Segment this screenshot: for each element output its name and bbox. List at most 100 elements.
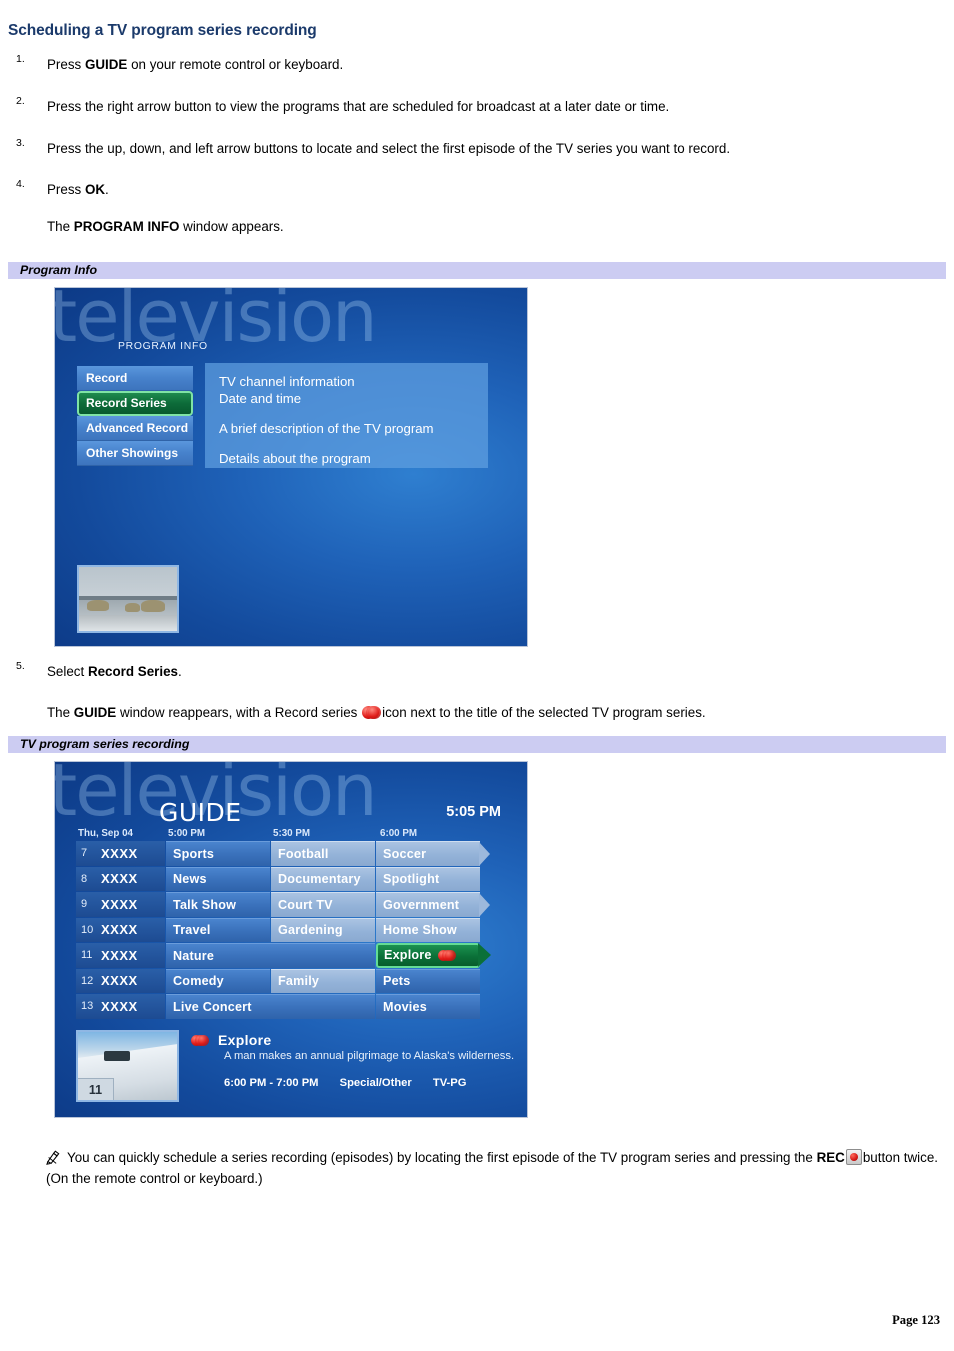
channel-callsign: XXXX [101,845,138,861]
continues-right-arrow-icon [479,893,490,917]
guide-heading: GUIDE [159,798,242,827]
program-cell[interactable]: Nature [166,943,375,968]
program-cell-label: Government [383,897,460,912]
program-cell-selected[interactable]: Explore [376,943,491,968]
thumbnail-channel-badge: 11 [78,1078,114,1100]
channel-cell[interactable]: 11 XXXX [76,943,165,968]
channel-callsign: XXXX [101,922,138,938]
record-series-icon [191,1034,209,1046]
list-item: 5. Select Record Series. [0,660,954,681]
program-cell[interactable]: Government [376,892,490,917]
detail-line-channel: TV channel information [219,374,355,389]
guide-date-label: Thu, Sep 04 [78,828,133,839]
record-series-icon [362,706,382,719]
step-text: Press OK. [47,180,940,199]
step-text: Select Record Series. [47,662,940,681]
guide-info-body: Explore A man makes an annual pilgrimage… [191,1032,514,1089]
program-cell[interactable]: Live Concert [166,994,375,1019]
program-info-detail-panel: TV channel information Date and time A b… [205,363,488,468]
table-row: 7 XXXX Sports Football Soccer [76,841,506,866]
channel-number: 13 [81,1000,94,1013]
guide-info-time-range: 6:00 PM - 7:00 PM [224,1077,319,1089]
program-cell[interactable]: Talk Show [166,892,270,917]
result-keyword: PROGRAM INFO [73,219,180,235]
channel-number: 8 [81,872,88,885]
list-item: 2. Press the right arrow button to view … [0,95,954,116]
program-thumbnail [77,565,179,633]
channel-cell[interactable]: 12 XXXX [76,968,165,993]
program-cell[interactable]: Soccer [376,841,490,866]
program-cell[interactable]: Gardening [271,917,375,942]
program-cell[interactable]: Documentary [271,866,375,891]
step5-result-text: The GUIDE window reappears, with a Recor… [0,703,954,722]
program-cell[interactable]: Football [271,841,375,866]
channel-cell[interactable]: 10 XXXX [76,917,165,942]
program-cell-label: Explore [384,948,432,963]
menu-item-advanced-record[interactable]: Advanced Record [77,416,193,441]
program-cell[interactable]: Family [271,968,375,993]
step-number: 2. [16,95,25,108]
result-text-after: window appears. [179,219,284,235]
channel-callsign: XXXX [101,871,138,887]
channel-cell[interactable]: 9 XXXX [76,892,165,917]
vehicle-shape [104,1051,130,1062]
channel-number: 9 [81,898,88,911]
guide-time-column-2: 5:30 PM [273,828,311,839]
menu-item-other-showings[interactable]: Other Showings [77,441,193,466]
result-text-after: icon next to the title of the selected T… [382,705,706,720]
program-thumbnail: 11 [76,1030,179,1102]
detail-line-details: Details about the program [219,450,371,466]
thumbnail-ground [79,615,177,631]
table-row: 9 XXXX Talk Show Court TV Government [76,892,506,917]
step-text-after: on your remote control or keyboard. [127,57,344,72]
program-cell[interactable]: Spotlight [376,866,480,891]
menu-item-record[interactable]: Record [77,366,193,391]
program-info-screenshot: television PROGRAM INFO Record Record Se… [54,287,528,647]
program-cell[interactable]: Travel [166,917,270,942]
program-cell[interactable]: Home Show [376,917,480,942]
list-item: 1. Press GUIDE on your remote control or… [0,53,954,74]
list-item: 3. Press the up, down, and left arrow bu… [0,137,954,158]
step-number: 5. [16,660,25,672]
table-row: 11 XXXX Nature Explore [76,943,506,968]
step-text: Press the right arrow button to view the… [47,99,670,115]
note-pencil-icon [46,1150,63,1165]
program-cell-label: Soccer [383,846,427,861]
guide-info-panel: 11 Explore A man makes an annual pilgrim… [76,1030,514,1105]
program-cell[interactable]: Court TV [271,892,375,917]
program-cell[interactable]: Pets [376,968,480,993]
step-result-text: The PROGRAM INFO window appears. [0,217,954,236]
step-text-after: . [178,664,182,679]
channel-cell[interactable]: 8 XXXX [76,866,165,891]
detail-line-description: A brief description of the TV program [219,420,434,436]
program-cell[interactable]: Sports [166,841,270,866]
channel-number: 10 [81,923,94,936]
television-watermark: television [54,287,378,358]
channel-number: 11 [81,949,93,962]
step-text: Press the up, down, and left arrow butto… [47,141,731,157]
channel-cell[interactable]: 7 XXXX [76,841,165,866]
guide-info-rating: TV-PG [432,1077,467,1089]
guide-time-column-1: 5:00 PM [168,828,206,839]
continues-right-arrow-icon [478,943,491,967]
program-cell[interactable]: News [166,866,270,891]
page-footer: Page 123 [892,1313,940,1327]
program-cell[interactable]: Movies [376,994,480,1019]
step-text: Press GUIDE on your remote control or ke… [47,55,940,74]
program-cell[interactable]: Comedy [166,968,270,993]
page-title: Scheduling a TV program series recording [8,22,317,39]
step-number: 4. [16,178,25,191]
menu-item-record-series[interactable]: Record Series [77,391,193,416]
guide-info-genre: Special/Other [339,1077,412,1089]
continues-right-arrow-icon [479,842,490,866]
guide-screenshot: television GUIDE 5:05 PM Thu, Sep 04 5:0… [54,761,528,1118]
tip-text-part1: You can quickly schedule a series record… [67,1150,817,1165]
channel-cell[interactable]: 13 XXXX [76,994,165,1019]
guide-info-title-row: Explore [191,1032,514,1048]
table-row: 10 XXXX Travel Gardening Home Show [76,917,506,942]
record-series-icon [437,949,456,961]
channel-callsign: XXXX [101,973,138,989]
table-row: 13 XXXX Live Concert Movies [76,994,506,1019]
result-text-before: The [47,705,74,720]
channel-number: 7 [81,847,88,860]
